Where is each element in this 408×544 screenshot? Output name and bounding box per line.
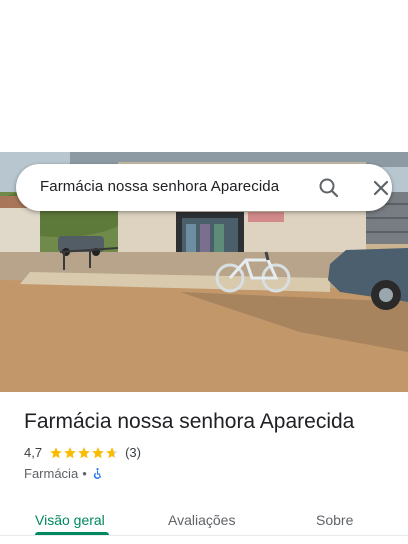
rating-row[interactable]: 4,7 (3) <box>24 445 141 460</box>
star-icon <box>78 446 90 458</box>
rating-value: 4,7 <box>24 445 43 460</box>
wheelchair-icon <box>93 468 102 479</box>
review-count[interactable]: (3) <box>125 445 141 460</box>
star-icon <box>50 446 62 458</box>
place-title: Farmácia nossa senhora Aparecida <box>24 410 355 433</box>
place-category: Farmácia <box>24 466 79 481</box>
search-bar[interactable]: Farmácia nossa senhora Aparecida <box>16 164 392 211</box>
tab-bar: Visão geral Avaliações Sobre <box>0 500 408 544</box>
search-icon[interactable] <box>316 175 342 201</box>
star-icon <box>64 446 76 458</box>
tabs-divider <box>0 535 408 536</box>
category-row: Farmácia • <box>24 466 104 481</box>
star-half-icon <box>106 446 118 458</box>
tab-about[interactable]: Sobre <box>316 512 353 528</box>
close-icon[interactable] <box>368 175 394 201</box>
star-icon <box>92 446 104 458</box>
map-blank-area <box>0 0 408 152</box>
search-query[interactable]: Farmácia nossa senhora Aparecida <box>40 178 279 195</box>
tab-overview[interactable]: Visão geral <box>35 512 105 528</box>
tab-reviews[interactable]: Avaliações <box>168 512 235 528</box>
separator-dot: • <box>82 466 87 481</box>
star-rating <box>49 446 119 460</box>
place-info-panel: Farmácia nossa senhora Aparecida 4,7 (3)… <box>0 392 408 544</box>
